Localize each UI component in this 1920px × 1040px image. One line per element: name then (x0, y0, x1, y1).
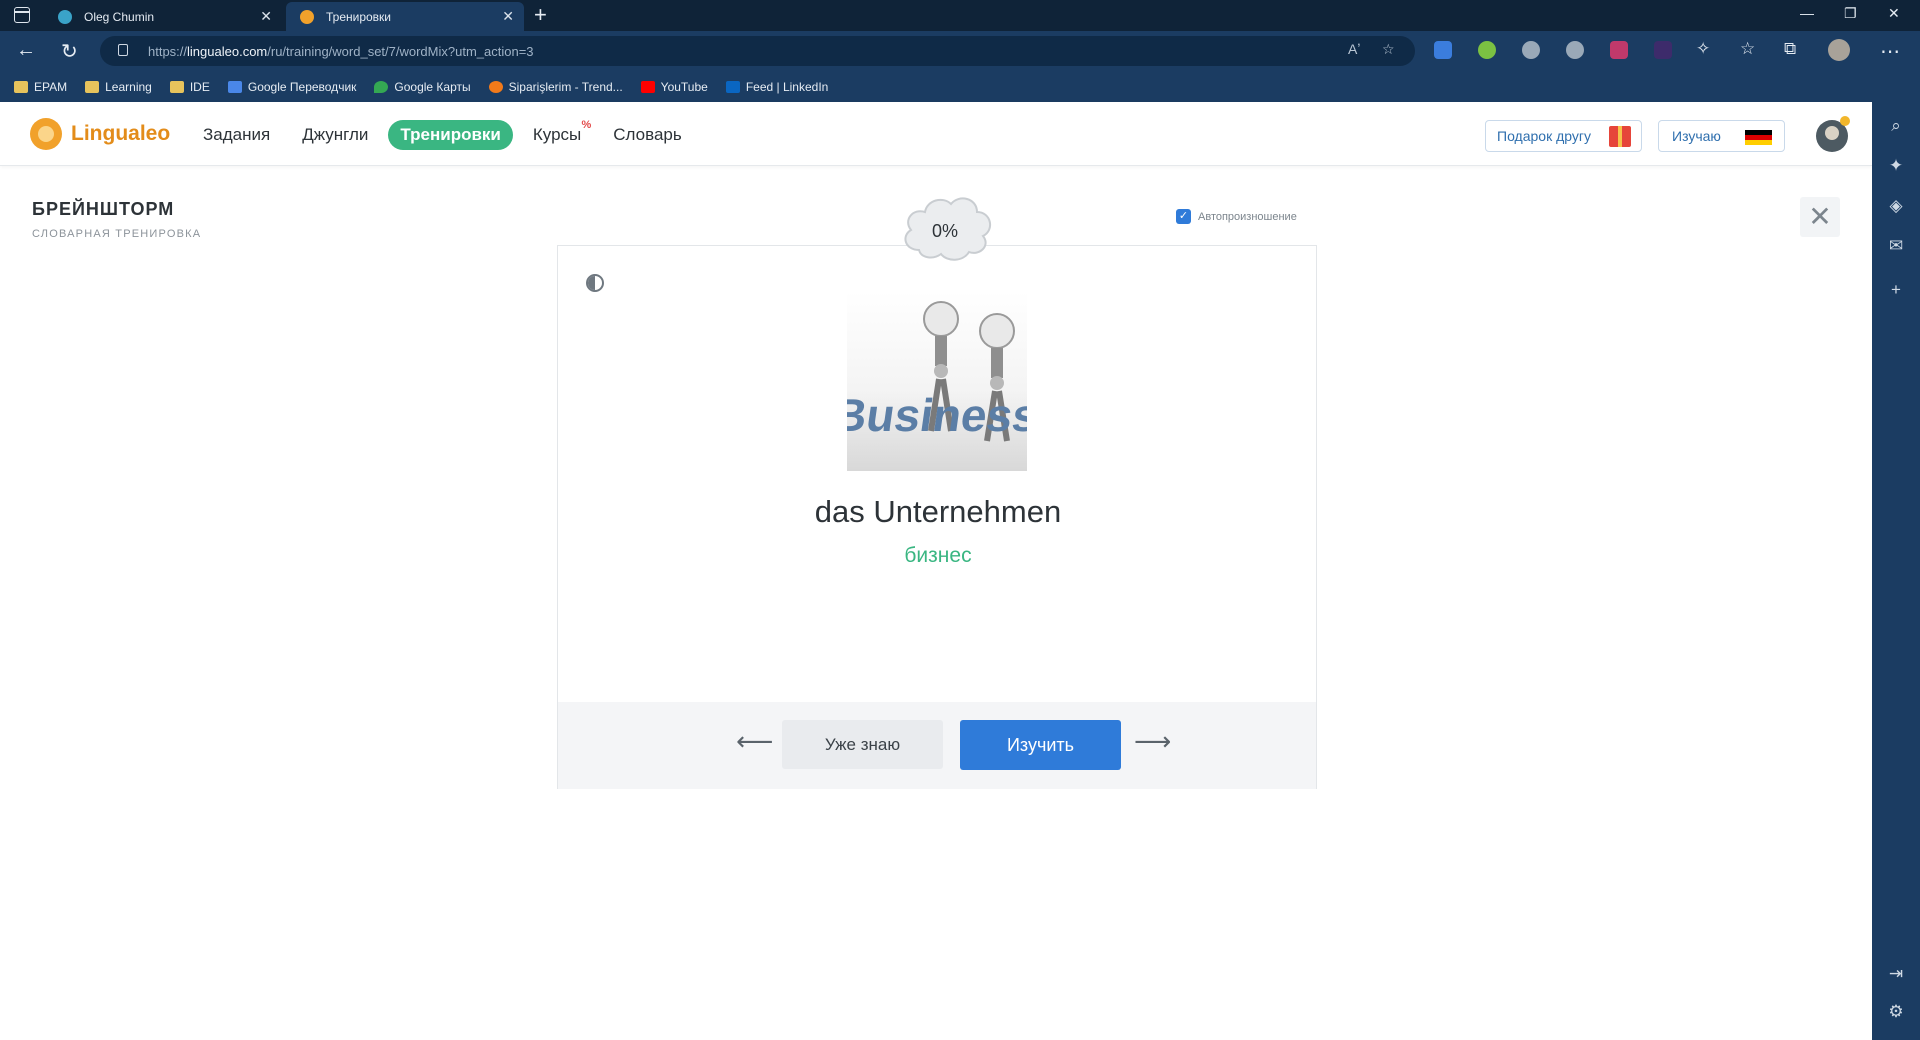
nav-trainings[interactable]: Тренировки (388, 120, 513, 150)
word-image: Business (847, 291, 1027, 471)
youtube-icon (640, 80, 655, 93)
lion-logo-icon (30, 118, 62, 150)
foreign-word: das Unternehmen (814, 494, 1062, 529)
url-text: https://lingualeo.com/ru/training/word_s… (148, 44, 534, 59)
lingualeo-favicon-icon (300, 9, 314, 24)
profile-avatar[interactable] (1828, 39, 1850, 61)
extensions-puzzle-icon[interactable]: ✧ (1696, 39, 1710, 59)
nav-jungle[interactable]: Джунгли (302, 125, 368, 145)
main-nav: Задания Джунгли Тренировки Курсы% Словар… (203, 119, 714, 150)
checkbox-checked-icon[interactable]: ✓ (1176, 209, 1191, 224)
arrow-right-icon[interactable]: ⟶ (1134, 726, 1171, 757)
training-subtitle: СЛОВАРНАЯ ТРЕНИРОВКА (32, 228, 202, 240)
german-flag-icon (1745, 130, 1772, 145)
copilot-icon[interactable]: ✦ (1872, 156, 1920, 176)
tab-oleg-chumin[interactable]: Oleg Chumin ✕ (44, 2, 282, 31)
tab-trainings[interactable]: Тренировки ✕ (286, 2, 524, 31)
contrast-icon[interactable] (586, 274, 604, 292)
window-close-button[interactable]: ✕ (1888, 5, 1900, 22)
outlook-icon[interactable]: ✉ (1872, 236, 1920, 256)
tab-title: Тренировки (326, 9, 392, 24)
add-sidebar-app-icon[interactable]: + (1872, 280, 1920, 300)
bookmark-epam[interactable]: EPAM (14, 80, 67, 94)
tab-title: Oleg Chumin (84, 9, 155, 24)
folder-icon (14, 80, 28, 93)
folder-icon (85, 80, 100, 93)
extension-icon[interactable] (1566, 41, 1584, 59)
bookmark-youtube[interactable]: YouTube (640, 80, 708, 94)
learning-language-button[interactable]: Изучаю (1658, 120, 1785, 152)
arrow-left-icon[interactable]: ⟵ (736, 726, 773, 757)
games-icon[interactable]: ◈ (1872, 196, 1920, 216)
hide-sidebar-icon[interactable]: ⇥ (1872, 964, 1920, 984)
translate-extension-icon[interactable] (1434, 41, 1452, 59)
site-header: Lingualeo Задания Джунгли Тренировки Кур… (0, 102, 1872, 166)
bookmarks-bar: EPAM Learning IDE Google Переводчик Goog… (0, 71, 1920, 102)
google-maps-icon (374, 80, 389, 93)
discount-badge: % (581, 119, 592, 131)
extension-icon[interactable] (1610, 41, 1628, 59)
extension-icon[interactable] (1654, 41, 1672, 59)
autopronounce-toggle[interactable]: ✓ Автопроизношение (1176, 209, 1297, 224)
bookmark-trendyol[interactable]: Siparişlerim - Trend... (488, 80, 623, 94)
site-favicon-icon (58, 9, 72, 24)
folder-icon (169, 80, 184, 93)
tab-actions-icon[interactable] (14, 7, 30, 23)
nav-courses[interactable]: Курсы% (533, 119, 591, 145)
page-content: Lingualeo Задания Джунгли Тренировки Кур… (0, 102, 1872, 1040)
training-title: БРЕЙНШТОРМ (32, 199, 175, 219)
bookmark-google-translate[interactable]: Google Переводчик (227, 80, 356, 94)
business-illustration: Business (847, 301, 1027, 442)
nav-dictionary[interactable]: Словарь (613, 125, 681, 145)
favorites-icon[interactable]: ☆ (1740, 39, 1755, 59)
new-tab-button[interactable]: + (534, 3, 547, 27)
word-translation: бизнес (904, 544, 972, 567)
favorite-star-icon[interactable]: ☆ (1382, 41, 1395, 58)
close-training-button[interactable]: ✕ (1800, 197, 1840, 237)
read-aloud-icon[interactable]: A͏ʼ (1348, 41, 1360, 57)
trendyol-icon (488, 80, 503, 93)
learn-word-button[interactable]: Изучить (960, 720, 1121, 770)
lingualeo-logo[interactable]: Lingualeo (30, 118, 170, 150)
address-bar-row: ← ↻ https://lingualeo.com/ru/training/wo… (0, 31, 1920, 71)
tab-close-icon[interactable]: ✕ (502, 8, 514, 25)
word-card: Business das Unternehmen бизнес ⟵ Уже зн… (557, 245, 1317, 789)
browser-sidebar: ⌕ ✦ ◈ ✉ + ⇥ ⚙ (1872, 102, 1920, 1040)
url-field[interactable]: https://lingualeo.com/ru/training/word_s… (100, 36, 1415, 66)
more-menu-icon[interactable]: ⋯ (1880, 39, 1900, 64)
logo-text: Lingualeo (71, 122, 171, 145)
nav-tasks[interactable]: Задания (203, 125, 270, 145)
browser-tab-bar: Oleg Chumin ✕ Тренировки ✕ + — ❐ ✕ (0, 0, 1920, 31)
crown-badge-icon (1840, 116, 1850, 126)
bookmark-google-maps[interactable]: Google Карты (374, 80, 471, 94)
back-arrow-icon[interactable]: ← (16, 39, 36, 62)
business-image-text: Business (847, 389, 1027, 441)
progress-percent: 0% (931, 221, 958, 241)
refresh-icon[interactable]: ↻ (61, 39, 78, 64)
restore-button[interactable]: ❐ (1844, 5, 1857, 22)
already-know-button[interactable]: Уже знаю (782, 720, 943, 769)
collections-icon[interactable]: ⧉ (1784, 39, 1796, 59)
gift-friend-button[interactable]: Подарок другу (1485, 120, 1642, 152)
card-footer: ⟵ Уже знаю Изучить ⟶ (558, 702, 1316, 789)
bookmark-learning[interactable]: Learning (85, 80, 152, 94)
bookmark-linkedin[interactable]: Feed | LinkedIn (725, 80, 828, 94)
tab-close-icon[interactable]: ✕ (260, 8, 272, 25)
extension-icon[interactable] (1522, 41, 1540, 59)
autopronounce-label: Автопроизношение (1198, 210, 1297, 223)
google-translate-icon (227, 80, 242, 93)
minimize-button[interactable]: — (1800, 5, 1814, 21)
linkedin-icon (725, 80, 740, 93)
bookmark-ide[interactable]: IDE (169, 80, 210, 94)
gift-icon (1609, 126, 1631, 147)
lock-icon[interactable] (118, 44, 128, 56)
settings-gear-icon[interactable]: ⚙ (1872, 1002, 1920, 1022)
search-icon[interactable]: ⌕ (1872, 116, 1920, 136)
grammarly-extension-icon[interactable] (1478, 41, 1496, 59)
